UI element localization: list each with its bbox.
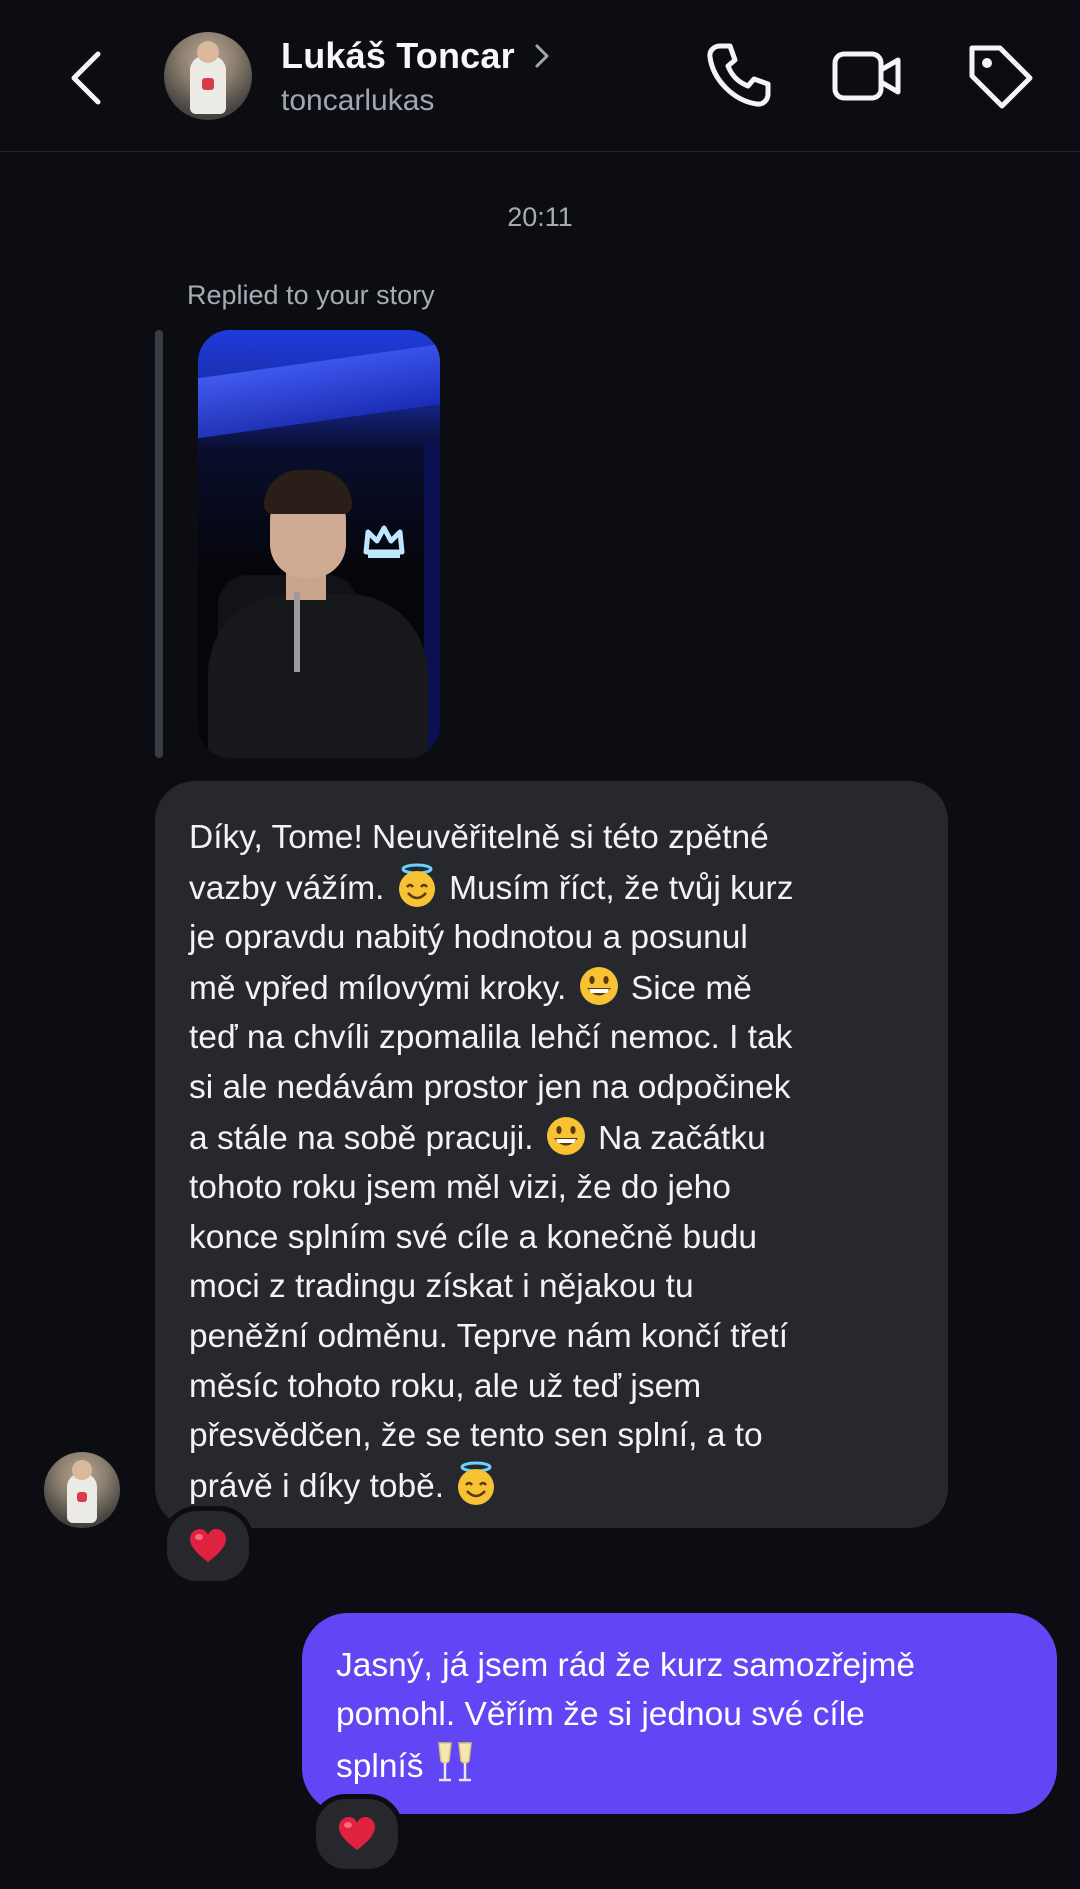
video-call-icon[interactable] bbox=[828, 38, 904, 114]
story-thumbnail[interactable] bbox=[198, 330, 440, 758]
chat-header: Lukáš Toncar toncarlukas bbox=[0, 0, 1080, 152]
halo-smile-emoji-icon bbox=[398, 863, 435, 907]
chevron-right-icon bbox=[535, 44, 549, 68]
back-chevron-icon[interactable] bbox=[62, 44, 112, 112]
incoming-message-bubble[interactable]: Díky, Tome! Neuvěřitelně si této zpětné … bbox=[155, 781, 948, 1528]
story-reply-label: Replied to your story bbox=[187, 280, 435, 310]
halo-smile-emoji-icon bbox=[458, 1461, 495, 1505]
message-timestamp: 20:11 bbox=[507, 202, 573, 232]
heart-icon bbox=[339, 1817, 375, 1850]
contact-name[interactable]: Lukáš Toncar bbox=[281, 35, 515, 77]
outgoing-message-text: Jasný, já jsem rád že kurz samozřejmě po… bbox=[336, 1647, 915, 1785]
clinking-glasses-emoji-icon bbox=[437, 1742, 472, 1782]
tag-icon[interactable] bbox=[962, 38, 1038, 114]
heart-reaction[interactable] bbox=[311, 1794, 403, 1874]
grin-emoji-icon bbox=[579, 966, 618, 1005]
phone-icon[interactable] bbox=[700, 38, 776, 114]
grin-emoji-icon bbox=[546, 1116, 585, 1155]
sender-avatar[interactable] bbox=[44, 1452, 120, 1528]
contact-name-row[interactable]: Lukáš Toncar bbox=[281, 34, 551, 78]
contact-username: toncarlukas bbox=[281, 84, 435, 117]
reply-indicator-bar bbox=[155, 330, 163, 758]
incoming-message-text: Díky, Tome! Neuvěřitelně si této zpětné … bbox=[189, 819, 794, 1505]
crown-icon bbox=[363, 525, 405, 558]
heart-icon bbox=[190, 1529, 226, 1562]
heart-reaction[interactable] bbox=[162, 1506, 254, 1586]
outgoing-message-bubble[interactable]: Jasný, já jsem rád že kurz samozřejmě po… bbox=[302, 1613, 1057, 1814]
contact-avatar[interactable] bbox=[164, 32, 252, 120]
